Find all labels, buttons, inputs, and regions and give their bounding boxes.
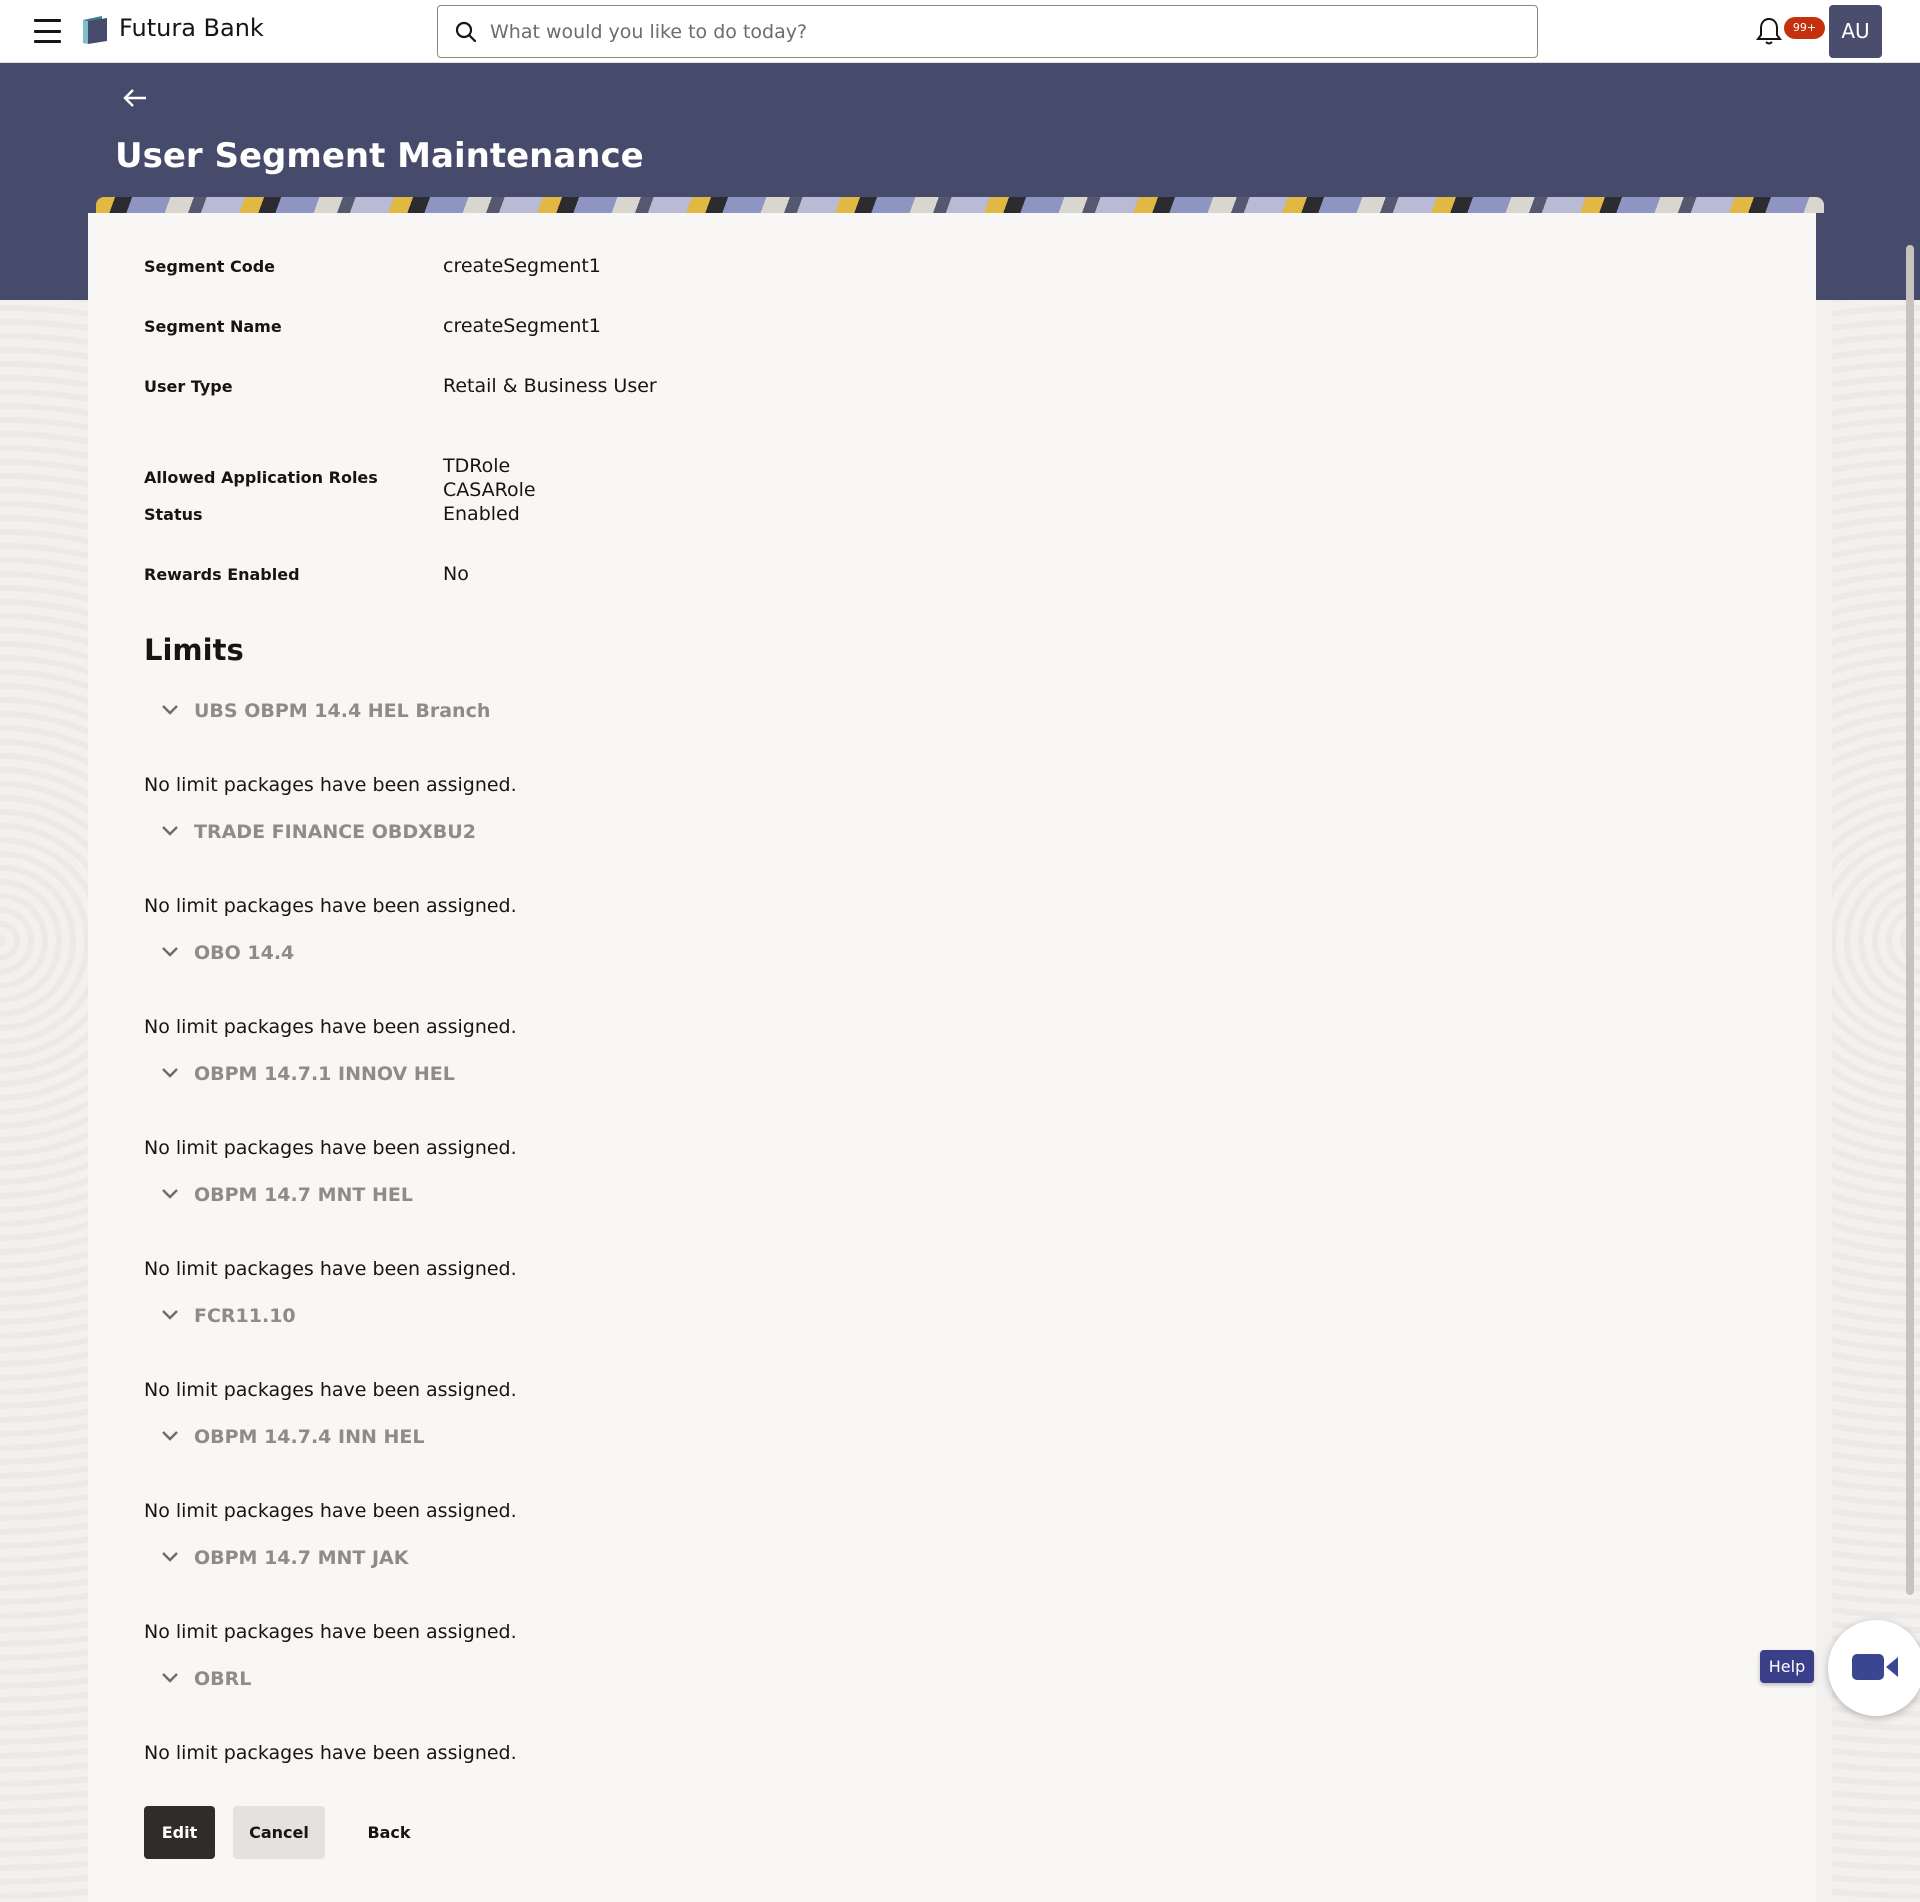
edit-button[interactable]: Edit <box>144 1806 215 1859</box>
limit-name: OBPM 14.7.4 INN HEL <box>194 1426 425 1448</box>
allowed-role-value: CASARole <box>443 479 536 501</box>
limit-empty-message: No limit packages have been assigned. <box>144 1016 517 1038</box>
back-button[interactable]: Back <box>343 1806 435 1859</box>
limit-empty-message: No limit packages have been assigned. <box>144 1742 517 1764</box>
user-type-label: User Type <box>144 377 233 396</box>
segment-name-value: createSegment1 <box>443 315 601 337</box>
chevron-down-icon <box>162 705 178 715</box>
search-icon <box>455 21 477 43</box>
bank-logo-icon <box>83 16 107 44</box>
bell-icon[interactable] <box>1756 16 1782 46</box>
menu-icon[interactable] <box>34 19 61 43</box>
limit-empty-message: No limit packages have been assigned. <box>144 1258 517 1280</box>
chevron-down-icon <box>162 947 178 957</box>
segment-code-value: createSegment1 <box>443 255 601 277</box>
chevron-down-icon <box>162 1310 178 1320</box>
chevron-down-icon <box>162 1552 178 1562</box>
segment-details-card: Segment Code createSegment1 Segment Name… <box>88 213 1816 1902</box>
limit-empty-message: No limit packages have been assigned. <box>144 1500 517 1522</box>
help-button[interactable]: Help <box>1760 1650 1814 1683</box>
video-call-button[interactable] <box>1828 1620 1920 1716</box>
chevron-down-icon <box>162 1068 178 1078</box>
brand-name[interactable]: Futura Bank <box>119 14 264 42</box>
page-scrollbar[interactable] <box>1906 245 1914 1595</box>
limit-name: TRADE FINANCE OBDXBU2 <box>194 821 476 843</box>
top-bar: Futura Bank 99+ AU <box>0 0 1920 63</box>
limit-name: OBRL <box>194 1668 252 1690</box>
chevron-down-icon <box>162 1673 178 1683</box>
search-bar[interactable] <box>437 5 1538 58</box>
limit-empty-message: No limit packages have been assigned. <box>144 1621 517 1643</box>
back-arrow-icon[interactable] <box>122 88 148 108</box>
rewards-enabled-value: No <box>443 563 469 585</box>
status-label: Status <box>144 505 203 524</box>
limit-empty-message: No limit packages have been assigned. <box>144 774 517 796</box>
limit-name: OBPM 14.7.1 INNOV HEL <box>194 1063 455 1085</box>
decorative-pattern <box>96 197 1824 213</box>
page-title: User Segment Maintenance <box>115 136 644 176</box>
background-decoration <box>0 300 88 1902</box>
limit-name: OBPM 14.7 MNT JAK <box>194 1547 409 1569</box>
search-input[interactable] <box>490 16 1520 48</box>
limit-empty-message: No limit packages have been assigned. <box>144 895 517 917</box>
limit-name: OBO 14.4 <box>194 942 295 964</box>
limit-empty-message: No limit packages have been assigned. <box>144 1379 517 1401</box>
segment-name-label: Segment Name <box>144 317 282 336</box>
limit-empty-message: No limit packages have been assigned. <box>144 1137 517 1159</box>
allowed-role-value: TDRole <box>443 455 511 477</box>
segment-code-label: Segment Code <box>144 257 275 276</box>
limits-heading: Limits <box>144 633 244 667</box>
chevron-down-icon <box>162 826 178 836</box>
chevron-down-icon <box>162 1189 178 1199</box>
chevron-down-icon <box>162 1431 178 1441</box>
status-value: Enabled <box>443 503 520 525</box>
cancel-button[interactable]: Cancel <box>233 1806 325 1859</box>
allowed-roles-label: Allowed Application Roles <box>144 468 378 487</box>
limit-name: FCR11.10 <box>194 1305 296 1327</box>
notification-badge: 99+ <box>1784 17 1825 39</box>
limit-name: OBPM 14.7 MNT HEL <box>194 1184 413 1206</box>
user-type-value: Retail & Business User <box>443 375 657 397</box>
avatar[interactable]: AU <box>1829 5 1882 58</box>
rewards-enabled-label: Rewards Enabled <box>144 565 300 584</box>
limit-name: UBS OBPM 14.4 HEL Branch <box>194 700 491 722</box>
video-camera-icon <box>1852 1654 1898 1680</box>
